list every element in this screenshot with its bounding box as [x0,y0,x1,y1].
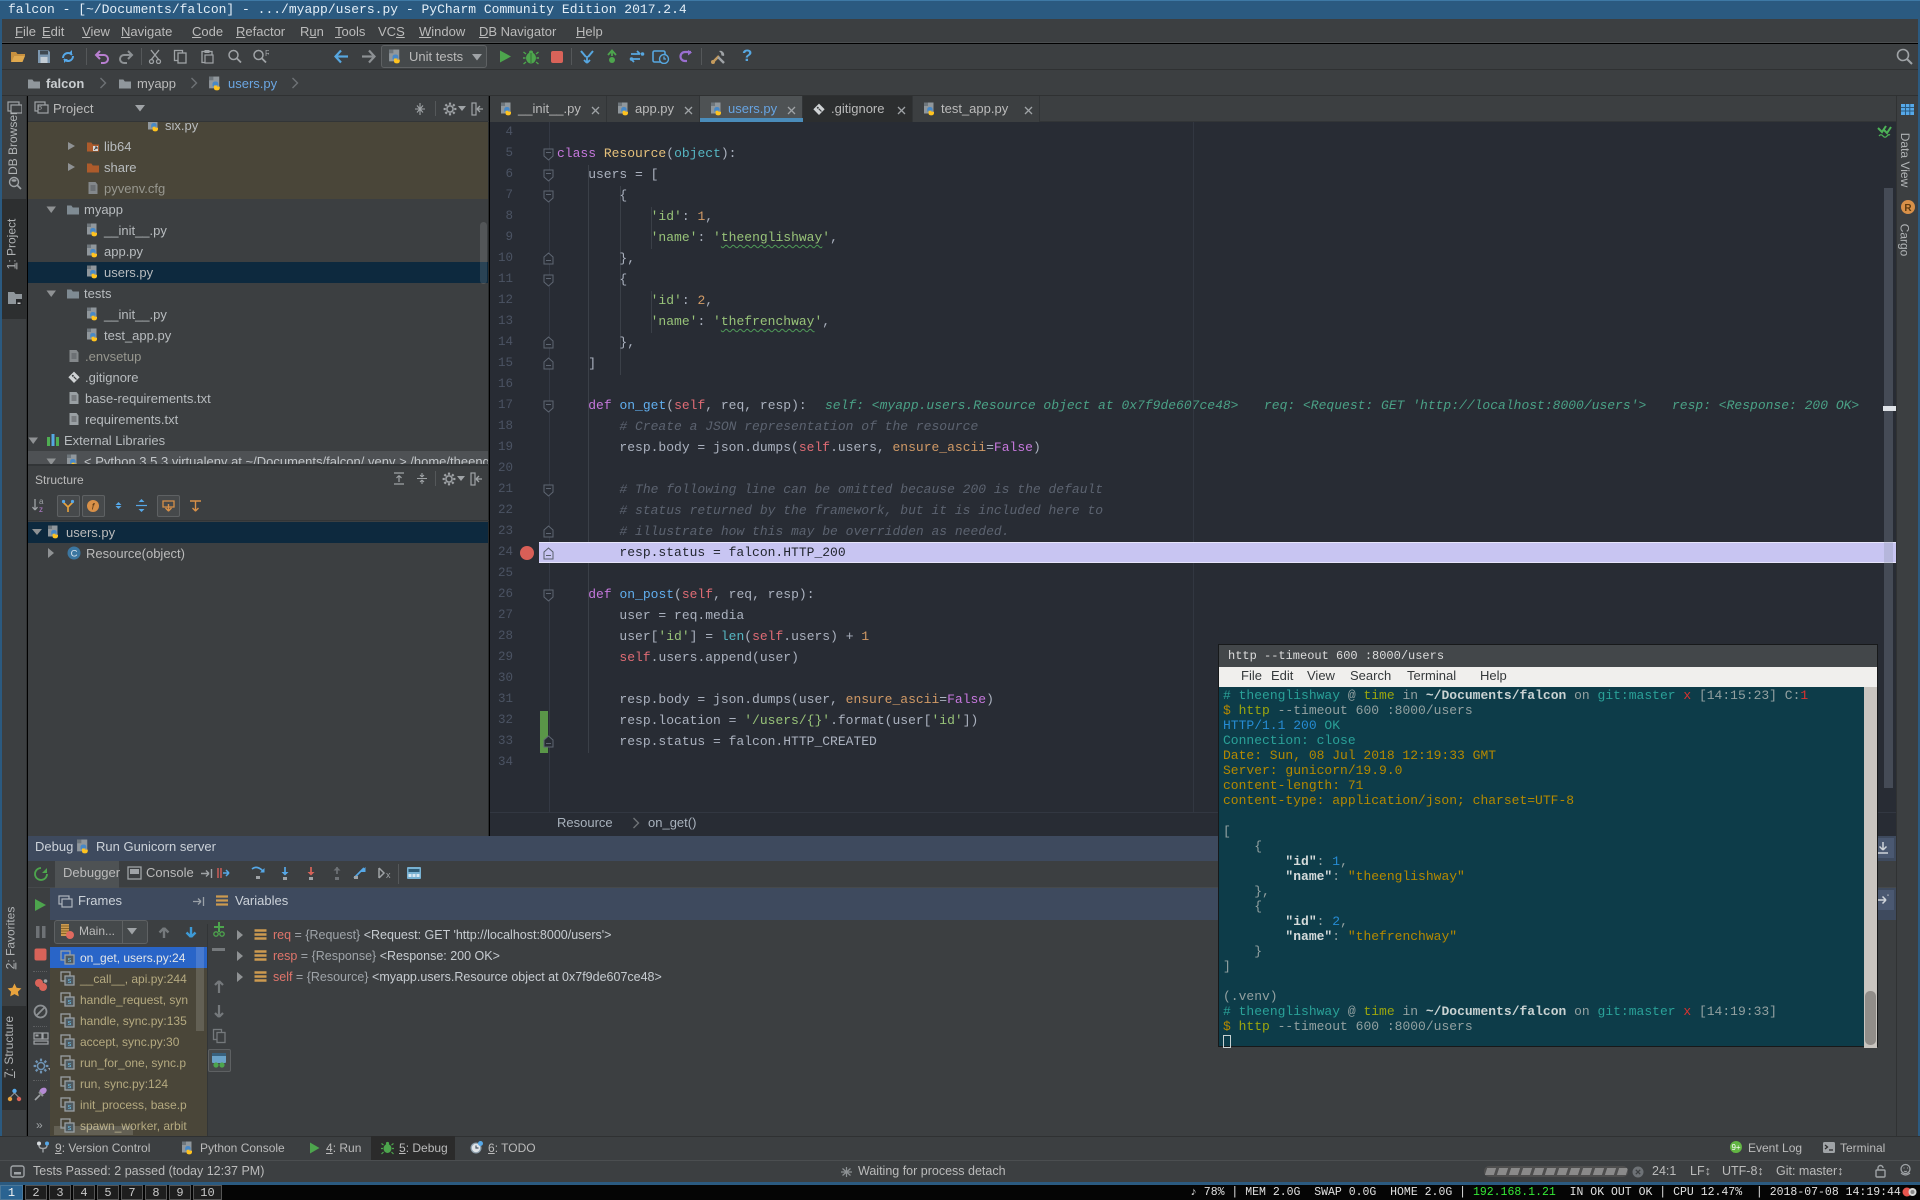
svg-text:B: B [38,105,43,112]
svg-text:C: C [71,549,78,560]
svg-text:s: s [67,957,71,965]
svg-text:s: s [67,1041,71,1049]
svg-text:s: s [67,1062,71,1070]
svg-text:x: x [386,870,391,880]
svg-text:R: R [265,49,269,58]
svg-text:9+: 9+ [1731,1143,1740,1152]
svg-text:z: z [39,505,43,513]
svg-text:": " [1887,895,1889,901]
svg-text:R: R [1904,203,1912,214]
svg-text:s: s [67,999,71,1007]
svg-text:s: s [67,1104,71,1112]
svg-text:s: s [67,1083,71,1091]
svg-text:s: s [67,1020,71,1028]
svg-text:s: s [67,1125,71,1133]
svg-text:s: s [67,978,71,986]
